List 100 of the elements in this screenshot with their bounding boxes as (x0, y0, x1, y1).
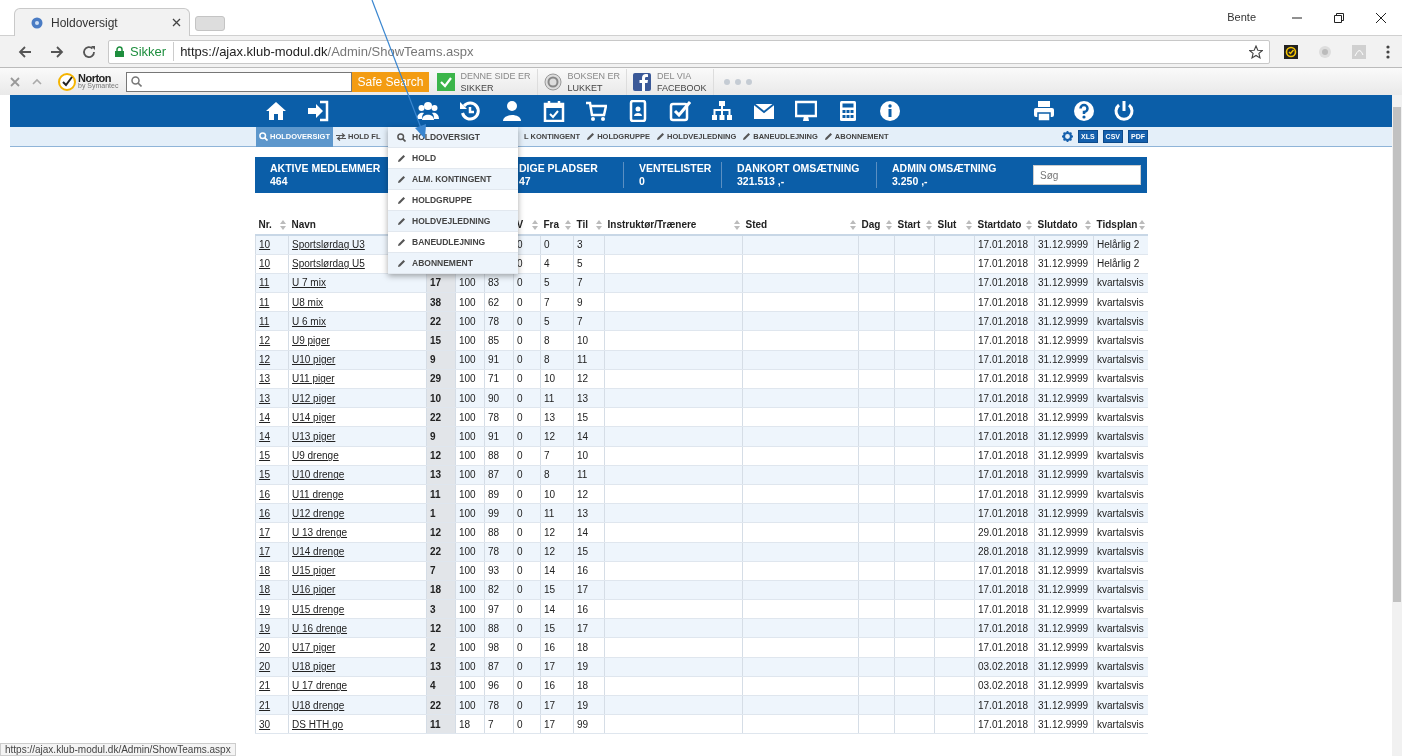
table-cell: 0 (517, 488, 523, 500)
table-cell: 12 (544, 430, 556, 442)
table-cell: 17.01.2018 (978, 277, 1029, 289)
table-cell: 100 (459, 526, 476, 538)
table-cell: 17.01.2018 (978, 239, 1029, 251)
table-cell: 03.02.2018 (978, 661, 1029, 673)
table-cell: 22 (430, 315, 442, 327)
table-cell: 38 (430, 296, 442, 308)
table-cell: 9 (430, 430, 436, 442)
table-cell: 88 (488, 622, 500, 634)
table-cell: 7 (430, 565, 436, 577)
table-cell: kvartalsvis (1097, 661, 1144, 673)
table-cell: 29 (430, 373, 442, 385)
table-cell: 82 (488, 584, 500, 596)
table-cell: 18 (577, 680, 589, 692)
stat-item: DIGE PLADSER 47 (516, 162, 624, 188)
table-cell: 100 (459, 315, 476, 327)
table-cell: 87 (488, 661, 500, 673)
table-cell: kvartalsvis (1097, 622, 1144, 634)
table-cell: 5 (544, 315, 550, 327)
table-cell: 13 (430, 661, 442, 673)
table-cell: 5 (577, 258, 583, 270)
table-cell: 12 (577, 373, 589, 385)
table-cell: 31.12.9999 (1038, 507, 1089, 519)
table-cell: kvartalsvis (1097, 392, 1144, 404)
table-cell: 1 (430, 507, 436, 519)
table-cell: 17.01.2018 (978, 258, 1029, 270)
table-cell: 0 (517, 603, 523, 615)
table-cell: 10 (577, 335, 589, 347)
table-cell: 15 (544, 622, 556, 634)
table-cell: 0 (517, 565, 523, 577)
table-cell: 0 (517, 411, 523, 423)
table-cell: 87 (488, 469, 500, 481)
table-cell: kvartalsvis (1097, 718, 1144, 730)
table-cell: 31.12.9999 (1038, 546, 1089, 558)
table-cell: 10 (544, 488, 556, 500)
table-cell: Helårlig 2 (1097, 258, 1140, 270)
table-cell: 10 (577, 450, 589, 462)
table-cell: kvartalsvis (1097, 642, 1144, 654)
table-cell: 31.12.9999 (1038, 239, 1089, 251)
table-cell: 8 (544, 469, 550, 481)
table-cell: kvartalsvis (1097, 546, 1144, 558)
table-cell: 17.01.2018 (978, 335, 1029, 347)
table-cell: 12 (544, 546, 556, 558)
table-cell: kvartalsvis (1097, 296, 1144, 308)
stat-item: ADMIN OMSÆTNING 3.250 ,- (891, 162, 998, 188)
table-cell: kvartalsvis (1097, 699, 1144, 711)
table-cell: 100 (459, 622, 476, 634)
table-cell: 12 (577, 488, 589, 500)
table-cell: 31.12.9999 (1038, 526, 1089, 538)
table-cell: 31.12.9999 (1038, 699, 1089, 711)
table-cell: 96 (488, 680, 500, 692)
table-cell: kvartalsvis (1097, 488, 1144, 500)
table-cell: 31.12.9999 (1038, 411, 1089, 423)
table-cell: 0 (517, 392, 523, 404)
table-cell: 17.01.2018 (978, 584, 1029, 596)
table-cell: 0 (517, 584, 523, 596)
table-cell: 85 (488, 335, 500, 347)
table-cell: 100 (459, 661, 476, 673)
table-cell: kvartalsvis (1097, 469, 1144, 481)
table-cell: 12 (430, 622, 442, 634)
table-cell: 11 (544, 392, 555, 404)
table-cell: 17.01.2018 (978, 507, 1029, 519)
table-cell: 17 (544, 661, 556, 673)
table-cell: 31.12.9999 (1038, 622, 1089, 634)
stat-item: VENTELISTER 0 (624, 162, 722, 188)
table-cell: 13 (577, 392, 589, 404)
table-cell: 100 (459, 277, 476, 289)
table-cell: 99 (577, 718, 589, 730)
table-cell: 17 (430, 277, 442, 289)
table-cell: 0 (517, 335, 523, 347)
table-cell: 100 (459, 584, 476, 596)
table-cell: 15 (577, 546, 589, 558)
table-cell: kvartalsvis (1097, 315, 1144, 327)
table-cell: 98 (488, 642, 500, 654)
table-cell: kvartalsvis (1097, 565, 1144, 577)
table-cell: 17.01.2018 (978, 642, 1029, 654)
table-cell: 100 (459, 296, 476, 308)
table-cell: 11 (430, 488, 441, 500)
table-cell: 31.12.9999 (1038, 354, 1089, 366)
table-cell: 0 (517, 622, 523, 634)
table-cell: 17.01.2018 (978, 603, 1029, 615)
table-cell: 13 (544, 411, 556, 423)
table-cell: 7 (488, 718, 494, 730)
table-cell: 19 (577, 699, 589, 711)
table-cell: Helårlig 2 (1097, 239, 1140, 251)
table-cell: kvartalsvis (1097, 411, 1144, 423)
table-cell: 0 (517, 507, 523, 519)
table-cell: 11 (544, 507, 555, 519)
table-cell: 14 (577, 430, 589, 442)
table-cell: 16 (544, 642, 556, 654)
table-cell: 17.01.2018 (978, 296, 1029, 308)
table-cell: 0 (517, 661, 523, 673)
table-cell: 31.12.9999 (1038, 450, 1089, 462)
table-cell: 91 (488, 354, 500, 366)
table-cell: 17.01.2018 (978, 622, 1029, 634)
table-cell: 100 (459, 335, 476, 347)
table-cell: 0 (517, 642, 523, 654)
table-cell: 31.12.9999 (1038, 661, 1089, 673)
table-cell: 7 (544, 296, 550, 308)
